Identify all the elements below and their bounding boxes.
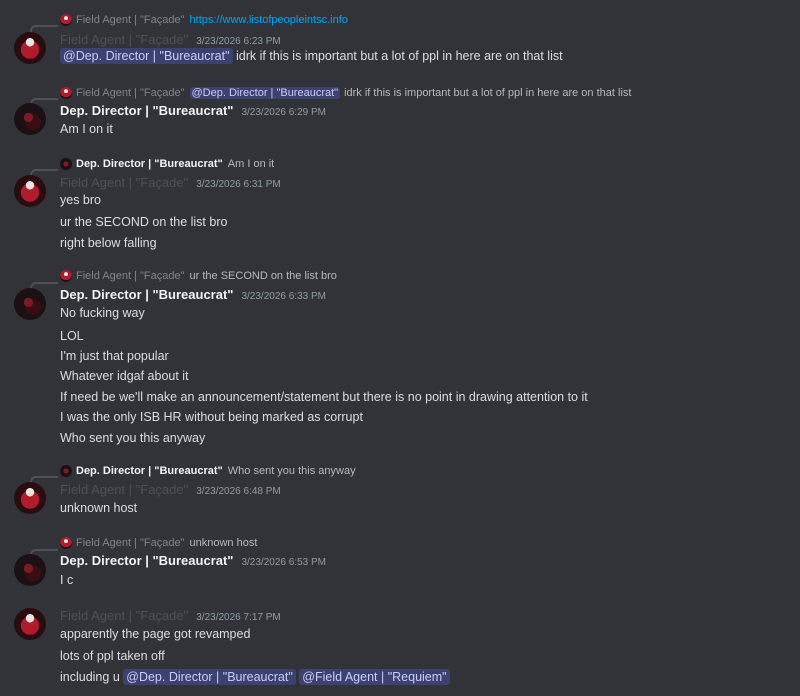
message-line: @Dep. Director | "Bureaucrat" idrk if th… <box>60 47 563 65</box>
reply-text[interactable]: ur the SECOND on the list bro <box>190 270 337 282</box>
user-mention[interactable]: @Field Agent | "Requiem" <box>299 669 450 685</box>
reply-avatar <box>60 87 72 99</box>
message-line: If need be we'll make an announcement/st… <box>60 390 588 404</box>
reply-text[interactable]: unknown host <box>190 537 258 549</box>
avatar[interactable] <box>14 32 46 64</box>
message-line: Who sent you this anyway <box>60 431 206 445</box>
reply-avatar <box>60 537 72 549</box>
reply-avatar <box>60 270 72 282</box>
reply-text[interactable]: Who sent you this anyway <box>228 465 356 477</box>
author-name[interactable]: Field Agent | "Façade" <box>60 482 188 497</box>
reply-preview[interactable]: Field Agent | "Façade" unknown host <box>60 535 257 551</box>
author-name[interactable]: Dep. Director | "Bureaucrat" <box>60 103 233 118</box>
timestamp: 3/23/2026 7:17 PM <box>196 612 281 623</box>
reply-text[interactable]: Am I on it <box>228 158 274 170</box>
message-line: unknown host <box>60 501 138 515</box>
message-line: LOL <box>60 329 84 343</box>
message-line: No fucking way <box>60 306 145 320</box>
message-header: Dep. Director | "Bureaucrat" 3/23/2026 6… <box>60 553 326 571</box>
message-line: I c <box>60 573 74 587</box>
reply-text[interactable]: idrk if this is important but a lot of p… <box>344 87 631 99</box>
author-name[interactable]: Field Agent | "Façade" <box>60 32 188 47</box>
timestamp: 3/23/2026 6:33 PM <box>241 291 326 302</box>
reply-author[interactable]: Field Agent | "Façade" <box>76 537 185 549</box>
message-header: Dep. Director | "Bureaucrat" 3/23/2026 6… <box>60 287 326 305</box>
reply-avatar <box>60 465 72 477</box>
message-line: I'm just that popular <box>60 349 169 363</box>
message-line: including u @Dep. Director | "Bureaucrat… <box>60 668 450 686</box>
user-mention[interactable]: @Dep. Director | "Bureaucrat" <box>123 669 296 685</box>
reply-author[interactable]: Field Agent | "Façade" <box>76 87 185 99</box>
timestamp: 3/23/2026 6:23 PM <box>196 36 281 47</box>
message-line: ur the SECOND on the list bro <box>60 215 228 229</box>
reply-author[interactable]: Field Agent | "Façade" <box>76 270 185 282</box>
author-name[interactable]: Dep. Director | "Bureaucrat" <box>60 553 233 568</box>
reply-link[interactable]: https://www.listofpeopleintsc.info <box>190 14 348 26</box>
reply-author[interactable]: Field Agent | "Façade" <box>76 14 185 26</box>
message-line: I was the only ISB HR without being mark… <box>60 410 363 424</box>
avatar[interactable] <box>14 608 46 640</box>
reply-preview[interactable]: Field Agent | "Façade" https://www.listo… <box>60 12 348 28</box>
user-mention[interactable]: @Dep. Director | "Bureaucrat" <box>60 48 233 64</box>
timestamp: 3/23/2026 6:29 PM <box>241 107 326 118</box>
avatar[interactable] <box>14 554 46 586</box>
reply-author[interactable]: Dep. Director | "Bureaucrat" <box>76 158 223 170</box>
message-line: lots of ppl taken off <box>60 649 165 663</box>
timestamp: 3/23/2026 6:48 PM <box>196 486 281 497</box>
message-header: Field Agent | "Façade" 3/23/2026 7:17 PM <box>60 608 281 626</box>
message-line: right below falling <box>60 236 157 250</box>
timestamp: 3/23/2026 6:53 PM <box>241 557 326 568</box>
message-line: apparently the page got revamped <box>60 627 251 641</box>
reply-preview[interactable]: Dep. Director | "Bureaucrat" Am I on it <box>60 156 274 172</box>
avatar[interactable] <box>14 103 46 135</box>
message-text: including u <box>60 670 120 684</box>
reply-mention[interactable]: @Dep. Director | "Bureaucrat" <box>189 87 341 99</box>
avatar[interactable] <box>14 482 46 514</box>
reply-avatar <box>60 158 72 170</box>
message-line: Am I on it <box>60 122 113 136</box>
timestamp: 3/23/2026 6:31 PM <box>196 179 281 190</box>
message-line: Whatever idgaf about it <box>60 369 189 383</box>
message-header: Field Agent | "Façade" 3/23/2026 6:48 PM <box>60 482 281 500</box>
message-header: Dep. Director | "Bureaucrat" 3/23/2026 6… <box>60 103 326 121</box>
avatar[interactable] <box>14 288 46 320</box>
message-text: idrk if this is important but a lot of p… <box>236 49 563 63</box>
reply-preview[interactable]: Field Agent | "Façade" @Dep. Director | … <box>60 85 631 101</box>
reply-preview[interactable]: Field Agent | "Façade" ur the SECOND on … <box>60 268 337 284</box>
message-line: yes bro <box>60 193 101 207</box>
reply-author[interactable]: Dep. Director | "Bureaucrat" <box>76 465 223 477</box>
author-name[interactable]: Dep. Director | "Bureaucrat" <box>60 287 233 302</box>
avatar[interactable] <box>14 175 46 207</box>
reply-avatar <box>60 14 72 26</box>
author-name[interactable]: Field Agent | "Façade" <box>60 608 188 623</box>
author-name[interactable]: Field Agent | "Façade" <box>60 175 188 190</box>
reply-preview[interactable]: Dep. Director | "Bureaucrat" Who sent yo… <box>60 463 356 479</box>
